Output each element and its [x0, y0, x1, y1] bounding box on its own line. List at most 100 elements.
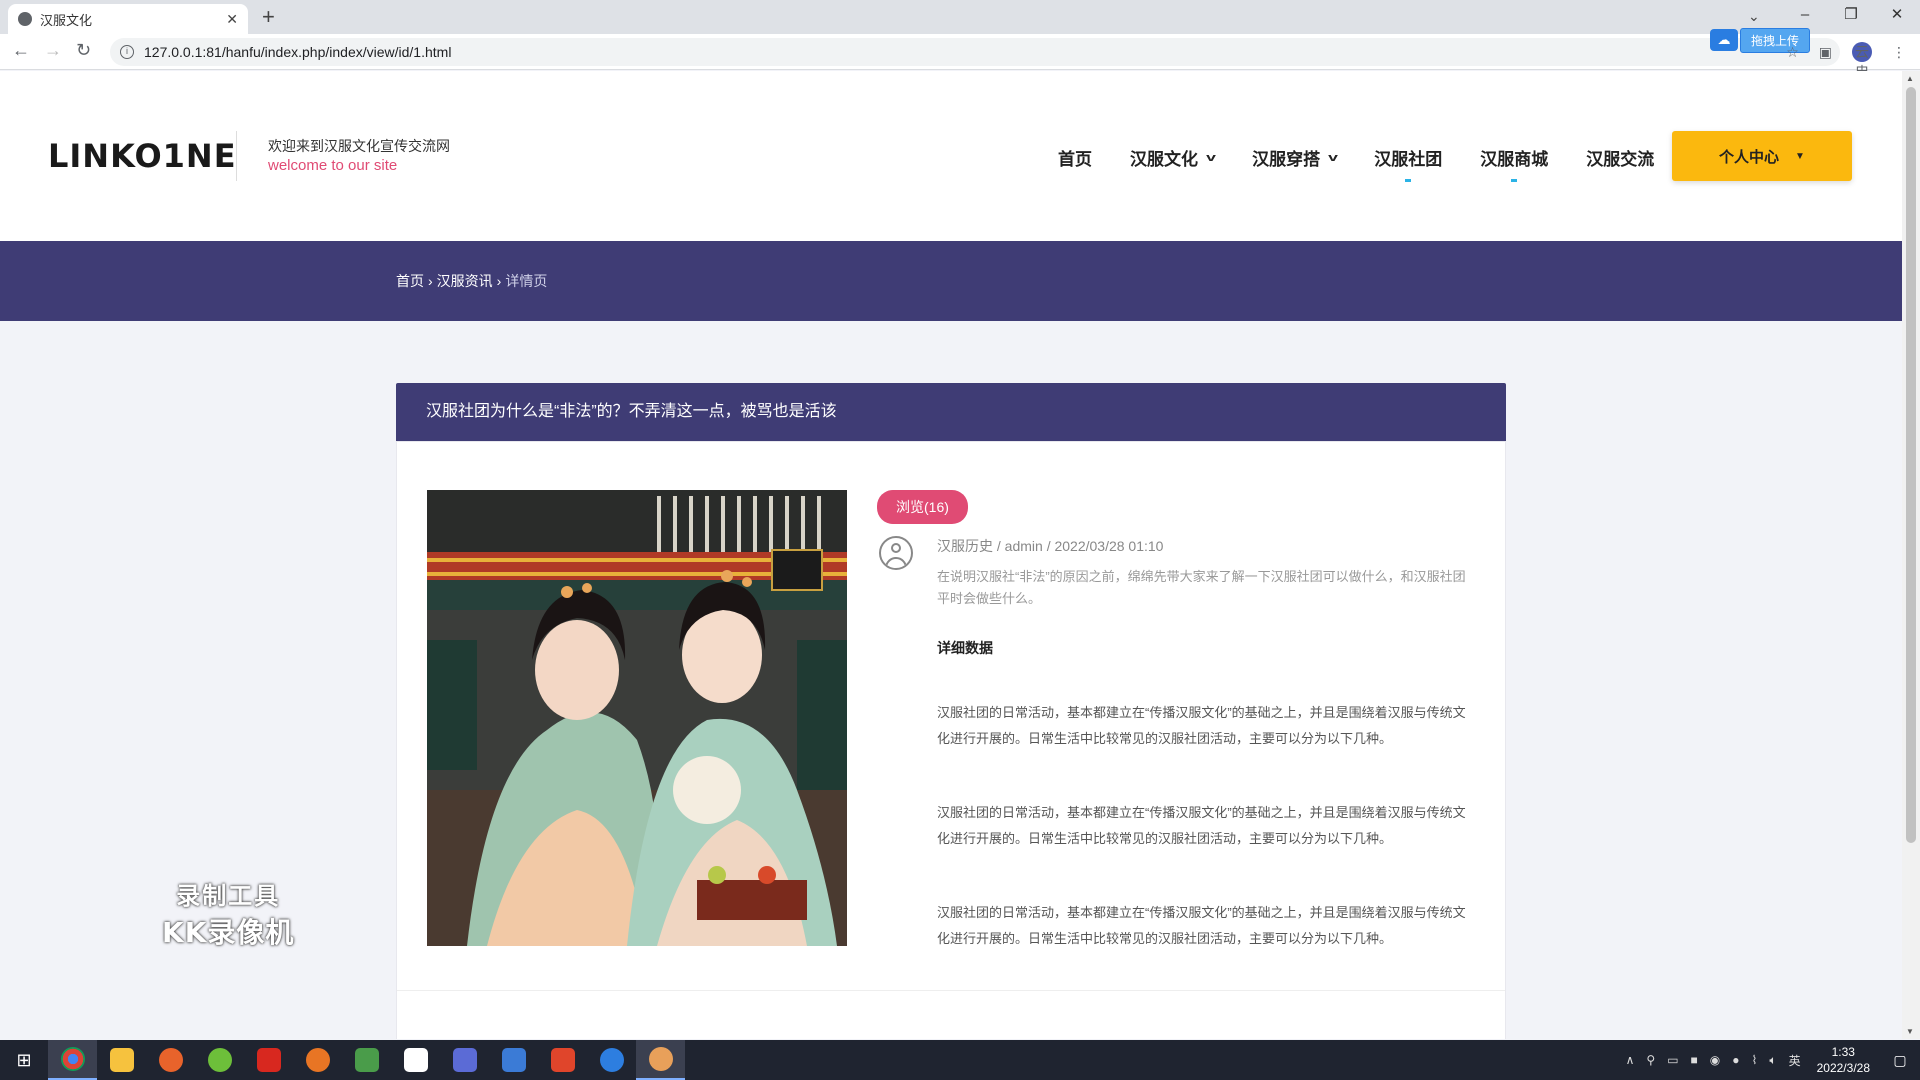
sidepanel-icon[interactable]: ▣ — [1819, 44, 1832, 61]
kebab-menu-icon[interactable]: ⋮ — [1892, 44, 1906, 61]
restore-icon[interactable]: ❐ — [1828, 0, 1874, 34]
close-tab-icon[interactable]: ✕ — [226, 11, 238, 28]
nav-label: 汉服穿搭 — [1252, 150, 1321, 169]
search-tray-icon[interactable]: ⚲ — [1646, 1053, 1655, 1067]
globe-icon — [18, 12, 32, 26]
article-title: 汉服社团为什么是“非法”的？不弄清这一点，被骂也是活该 — [396, 383, 1506, 441]
main-navigation: 首页 汉服文化 v 汉服穿搭 v 汉服社团 汉服商城 汉服交流 — [1058, 145, 1692, 182]
browser-tab[interactable]: 汉服文化 ✕ — [8, 4, 248, 34]
page-scrollbar[interactable]: ▲ ▼ — [1902, 71, 1920, 1039]
section-divider — [397, 990, 1505, 991]
back-arrow-icon[interactable]: ← — [12, 40, 30, 61]
clock-date: 2022/3/28 — [1816, 1061, 1870, 1075]
nav-item-home[interactable]: 首页 — [1058, 145, 1092, 170]
device-tray-icon[interactable]: ▭ — [1667, 1053, 1678, 1067]
personal-center-label: 个人中心 — [1719, 148, 1780, 166]
chevron-down-icon: v — [1206, 151, 1216, 164]
clock-time: 1:33 — [1831, 1045, 1855, 1059]
chevron-down-icon: v — [1328, 151, 1339, 164]
hanfu-photo-illustration — [427, 490, 847, 946]
cloud-icon: ☁ — [1710, 29, 1738, 51]
avatar-head — [891, 543, 901, 553]
toolbar-icons: ☆ ▣ 云忠 ⋮ — [1786, 42, 1906, 80]
bookmark-star-icon[interactable]: ☆ — [1786, 44, 1799, 61]
url-text: 127.0.0.1:81/hanfu/index.php/index/view/… — [144, 44, 452, 60]
baidu-netdisk-icon[interactable] — [391, 1040, 440, 1080]
browser-tab-bar: 汉服文化 ✕ + ⌄ – ❐ ✕ — [0, 0, 1920, 34]
nav-item-exchange[interactable]: 汉服交流 — [1586, 145, 1654, 170]
forward-arrow-icon[interactable]: → — [44, 40, 62, 61]
views-badge: 浏览(16) — [877, 490, 968, 524]
tray-expand-icon[interactable]: ∧ — [1626, 1053, 1635, 1067]
scroll-up-icon[interactable]: ▲ — [1906, 74, 1914, 83]
nav-indicator — [1405, 179, 1412, 182]
nav-item-mall[interactable]: 汉服商城 — [1480, 145, 1549, 182]
orange-app-icon[interactable] — [293, 1040, 342, 1080]
nav-indicator — [1511, 179, 1518, 182]
tab-search-chevron-icon[interactable]: ⌄ — [1748, 2, 1760, 30]
article-paragraph: 汉服社团的日常活动，基本都建立在“传播汉服文化”的基础之上，并且是围绕着汉服与传… — [937, 905, 1466, 946]
breadcrumb-category[interactable]: 汉服资讯 — [437, 273, 493, 289]
green-app-icon[interactable] — [195, 1040, 244, 1080]
avatar-body — [885, 557, 907, 568]
windows-start-icon[interactable]: ⊞ — [0, 1040, 48, 1080]
scroll-down-icon[interactable]: ▼ — [1906, 1027, 1914, 1036]
file-explorer-icon[interactable] — [97, 1040, 146, 1080]
input-language[interactable]: 英 — [1789, 1052, 1801, 1069]
nav-item-club[interactable]: 汉服社团 — [1374, 145, 1443, 182]
logo-divider — [236, 131, 237, 181]
network-icon[interactable]: ⌇ — [1752, 1053, 1758, 1067]
magnifier-app-icon[interactable] — [587, 1040, 636, 1080]
breadcrumb-current: 详情页 — [505, 273, 548, 289]
article-summary: 在说明汉服社“非法”的原因之前，绵绵先带大家来了解一下汉服社团可以做什么，和汉服… — [937, 569, 1466, 606]
qq-tray-icon[interactable]: ● — [1732, 1053, 1739, 1067]
personal-center-button[interactable]: 个人中心 ▼ — [1672, 131, 1852, 181]
breadcrumb: 首页 › 汉服资讯 › 详情页 — [396, 271, 547, 291]
scrollbar-thumb[interactable] — [1906, 87, 1916, 843]
caret-down-icon: ▼ — [1795, 150, 1805, 162]
nav-label: 汉服商城 — [1480, 150, 1549, 169]
close-window-icon[interactable]: ✕ — [1874, 0, 1920, 34]
wps-icon[interactable] — [244, 1040, 293, 1080]
site-header: LINKO1NE 欢迎来到汉服文化宣传交流网 welcome to our si… — [0, 71, 1902, 241]
windows-taskbar: ⊞ ∧ ⚲ ▭ ■ ◉ ● ⌇ 🔈︎ 英 1:33 2022/3/28 ▢ — [0, 1040, 1920, 1080]
article-photo — [427, 490, 847, 946]
ide-app-icon[interactable] — [489, 1040, 538, 1080]
welcome-text: 欢迎来到汉服文化宣传交流网 — [268, 138, 450, 154]
reload-icon[interactable]: ↻ — [76, 40, 91, 61]
address-bar[interactable]: i 127.0.0.1:81/hanfu/index.php/index/vie… — [110, 38, 1840, 66]
taskbar-clock[interactable]: 1:33 2022/3/28 — [1817, 1044, 1870, 1076]
drawing-app-icon[interactable] — [440, 1040, 489, 1080]
nav-label: 汉服交流 — [1586, 150, 1655, 169]
breadcrumb-separator: › — [496, 273, 502, 289]
article-paragraph: 汉服社团的日常活动，基本都建立在“传播汉服文化”的基础之上，并且是围绕着汉服与传… — [937, 705, 1466, 746]
user-avatar-icon — [879, 536, 913, 570]
profile-avatar[interactable]: 云忠 — [1852, 42, 1872, 80]
welcome-english-text: welcome to our site — [268, 157, 398, 174]
wechat-tray-icon[interactable]: ◉ — [1710, 1053, 1720, 1067]
site-logo[interactable]: LINKO1NE — [48, 137, 237, 175]
search-tool-icon[interactable] — [146, 1040, 195, 1080]
tab-title: 汉服文化 — [40, 12, 93, 28]
nav-label: 首页 — [1058, 150, 1092, 169]
chrome-taskbar-icon[interactable] — [48, 1040, 97, 1080]
site-info-icon[interactable]: i — [120, 45, 134, 59]
nav-item-outfit[interactable]: 汉服穿搭 v — [1252, 145, 1339, 170]
notepad-icon[interactable] — [342, 1040, 391, 1080]
watermark-line2: KK录像机 — [162, 916, 295, 949]
nav-label: 汉服文化 — [1130, 150, 1198, 169]
nav-item-culture[interactable]: 汉服文化 v — [1130, 145, 1216, 170]
page-banner: 首页 › 汉服资讯 › 详情页 — [0, 241, 1902, 321]
article-meta: 汉服历史 / admin / 2022/03/28 01:10 — [937, 538, 1164, 554]
article-body: 浏览(16) 汉服历史 / admin / 2022/03/28 01:10 在… — [396, 441, 1506, 1039]
nav-label: 汉服社团 — [1374, 150, 1443, 169]
red-app-icon[interactable] — [538, 1040, 587, 1080]
new-tab-button[interactable]: + — [262, 4, 275, 30]
breadcrumb-home[interactable]: 首页 — [396, 273, 424, 289]
breadcrumb-separator: › — [428, 273, 433, 289]
system-tray: ∧ ⚲ ▭ ■ ◉ ● ⌇ 🔈︎ 英 1:33 2022/3/28 ▢ — [1620, 1040, 1920, 1080]
nvidia-tray-icon[interactable]: ■ — [1691, 1053, 1698, 1067]
notification-icon[interactable]: ▢ — [1880, 1052, 1920, 1069]
recorder-app-icon[interactable] — [636, 1040, 685, 1080]
volume-icon[interactable]: 🔈︎ — [1769, 1053, 1776, 1068]
